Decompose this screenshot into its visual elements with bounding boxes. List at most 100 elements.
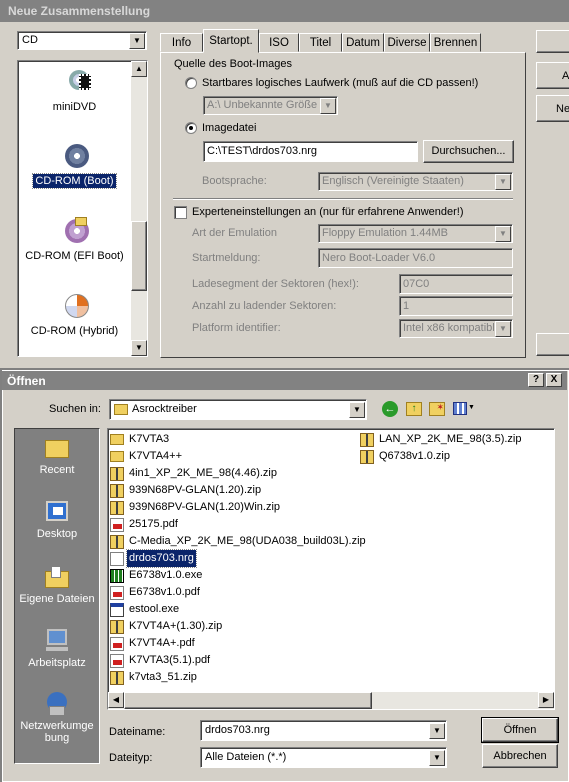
drive-radio[interactable]	[185, 77, 197, 89]
image-file-radio[interactable]	[185, 122, 197, 134]
file-list[interactable]: K7VTA3 K7VTA4++ 4in1_XP_2K_ME_98(4.46).z…	[107, 428, 555, 710]
file-item[interactable]: 939N68PV-GLAN(1.20)Win.zip	[110, 499, 355, 516]
cd-efi-boot-icon	[61, 215, 89, 243]
look-in-select[interactable]: Asrocktreiber ▼	[109, 399, 367, 420]
file-item[interactable]: K7VT4A+(1.30).zip	[110, 618, 355, 635]
file-name: estool.exe	[129, 603, 180, 615]
file-name: 25175.pdf	[129, 518, 178, 530]
boot-message-label: Startmeldung:	[192, 252, 261, 264]
expert-checkbox-label[interactable]: Experteneinstellungen an (nur für erfahr…	[192, 206, 464, 218]
chevron-down-icon[interactable]: ▼	[129, 33, 145, 49]
pdf-file-icon	[110, 637, 124, 651]
file-item[interactable]: Q6738v1.0.zip	[360, 448, 569, 465]
format-item[interactable]: miniDVD	[18, 64, 131, 124]
file-item[interactable]: E6738v1.0.exe	[110, 567, 355, 584]
place-label: Arbeitsplatz	[28, 657, 86, 669]
right-button-2-label: A	[562, 70, 569, 82]
help-button[interactable]: ?	[528, 373, 544, 387]
open-button[interactable]: Öffnen	[481, 717, 559, 743]
disc-format-list[interactable]: miniDVD CD-ROM (Boot) CD-ROM (EFI Boot) …	[17, 60, 148, 357]
file-item[interactable]: 25175.pdf	[110, 516, 355, 533]
zip-file-icon	[110, 501, 124, 515]
place-my-computer[interactable]: Arbeitsplatz	[14, 627, 100, 669]
file-item[interactable]: 4in1_XP_2K_ME_98(4.46).zip	[110, 465, 355, 482]
close-button[interactable]: X	[546, 373, 562, 387]
browse-button[interactable]: Durchsuchen...	[423, 140, 514, 163]
boot-language-select: Englisch (Vereinigte Staaten) ▼	[318, 172, 513, 191]
format-item[interactable]: CD-ROM (Hybrid)	[18, 288, 131, 348]
disc-type-select[interactable]: CD ▼	[17, 31, 147, 50]
recent-folder-icon	[43, 434, 71, 462]
file-item[interactable]: K7VTA4++	[110, 448, 355, 465]
scroll-down-button[interactable]: ▼	[131, 340, 147, 356]
drive-select: A:\ Unbekannte Größe ▼	[203, 96, 338, 115]
file-item[interactable]: K7VTA3(5.1).pdf	[110, 652, 355, 669]
file-item[interactable]: 939N68PV-GLAN(1.20).zip	[110, 482, 355, 499]
scroll-right-button[interactable]: ▶	[538, 692, 554, 708]
cancel-button[interactable]: Abbrechen	[482, 744, 558, 768]
zip-file-icon	[110, 535, 124, 549]
file-item[interactable]: C-Media_XP_2K_ME_98(UDA038_build03L).zip	[110, 533, 366, 550]
tab-brennen[interactable]: Brennen	[430, 33, 481, 52]
format-item[interactable]: CD-ROM (Boot)	[18, 138, 131, 198]
chevron-down-icon: ▼	[495, 174, 511, 190]
tab-iso[interactable]: ISO	[259, 33, 299, 52]
chevron-down-icon[interactable]: ▼	[429, 750, 445, 766]
tab-datum[interactable]: Datum	[342, 33, 384, 52]
file-item[interactable]: K7VTA3	[110, 431, 355, 448]
file-item[interactable]: E6738v1.0.pdf	[110, 584, 355, 601]
cd-hybrid-icon	[61, 290, 89, 318]
my-documents-icon	[43, 563, 71, 591]
chevron-down-icon[interactable]: ▼	[349, 402, 365, 418]
scroll-up-button[interactable]: ▲	[131, 61, 147, 77]
file-item[interactable]: K7VT4A+.pdf	[110, 635, 355, 652]
tab-info[interactable]: Info	[160, 33, 203, 52]
minidvd-icon	[61, 66, 91, 94]
tab-diverse[interactable]: Diverse	[384, 33, 430, 52]
look-in-label: Suchen in:	[49, 403, 101, 415]
filename-value: drdos703.nrg	[205, 724, 270, 736]
view-menu-icon[interactable]: ▼	[453, 402, 475, 416]
list-scrollbar[interactable]: ▲ ▼	[131, 61, 147, 356]
image-file-radio-label[interactable]: Imagedatei	[202, 122, 256, 134]
tab-label: Datum	[346, 37, 380, 49]
boot-source-group-title: Quelle des Boot-Images	[174, 58, 293, 70]
format-item[interactable]: CD-ROM (EFI Boot)	[18, 213, 131, 273]
up-folder-icon[interactable]: ↑	[406, 402, 422, 416]
filetype-select[interactable]: Alle Dateien (*.*) ▼	[200, 747, 447, 768]
new-folder-icon[interactable]: ✶	[429, 402, 445, 416]
file-item[interactable]: estool.exe	[110, 601, 355, 618]
place-my-documents[interactable]: Eigene Dateien	[14, 563, 100, 605]
chevron-down-icon[interactable]: ▼	[429, 723, 445, 739]
scroll-thumb[interactable]	[131, 221, 147, 291]
emulation-value: Floppy Emulation 1.44MB	[322, 227, 448, 239]
tab-titel[interactable]: Titel	[299, 33, 342, 52]
zip-file-icon	[110, 484, 124, 498]
right-button-2[interactable]: A	[536, 62, 569, 89]
emulation-select: Floppy Emulation 1.44MB ▼	[318, 224, 513, 243]
load-segment-label: Ladesegment der Sektoren (hex!):	[192, 278, 359, 290]
right-button-1[interactable]	[536, 30, 569, 53]
place-recent-folder[interactable]: Recent	[14, 434, 100, 476]
tab-label: Brennen	[433, 37, 478, 49]
right-button-4[interactable]	[536, 333, 569, 356]
image-path-input[interactable]: C:\TEST\drdos703.nrg	[203, 141, 418, 162]
back-icon[interactable]: ←	[382, 401, 398, 417]
place-network[interactable]: Netzwerkumge bung	[14, 690, 100, 744]
expert-checkbox[interactable]	[174, 206, 187, 219]
file-name: 939N68PV-GLAN(1.20).zip	[129, 484, 262, 496]
file-item[interactable]: LAN_XP_2K_ME_98(3.5).zip	[360, 431, 569, 448]
drive-radio-label[interactable]: Startbares logisches Laufwerk (muß auf d…	[202, 77, 478, 89]
file-name: C-Media_XP_2K_ME_98(UDA038_build03L).zip	[129, 535, 366, 547]
scroll-thumb[interactable]	[124, 692, 372, 709]
filename-input[interactable]: drdos703.nrg ▼	[200, 720, 447, 741]
right-button-3[interactable]: Ne	[536, 95, 569, 122]
horizontal-scrollbar[interactable]: ◀ ▶	[108, 692, 554, 709]
place-desktop[interactable]: Desktop	[14, 498, 100, 540]
tab-startopt[interactable]: Startopt.	[203, 29, 259, 53]
scroll-left-button[interactable]: ◀	[108, 692, 124, 708]
file-item[interactable]: drdos703.nrg	[110, 549, 355, 568]
chevron-down-icon: ▼	[495, 321, 511, 337]
file-item[interactable]: k7vta3_51.zip	[110, 669, 355, 686]
file-name: E6738v1.0.pdf	[129, 586, 200, 598]
